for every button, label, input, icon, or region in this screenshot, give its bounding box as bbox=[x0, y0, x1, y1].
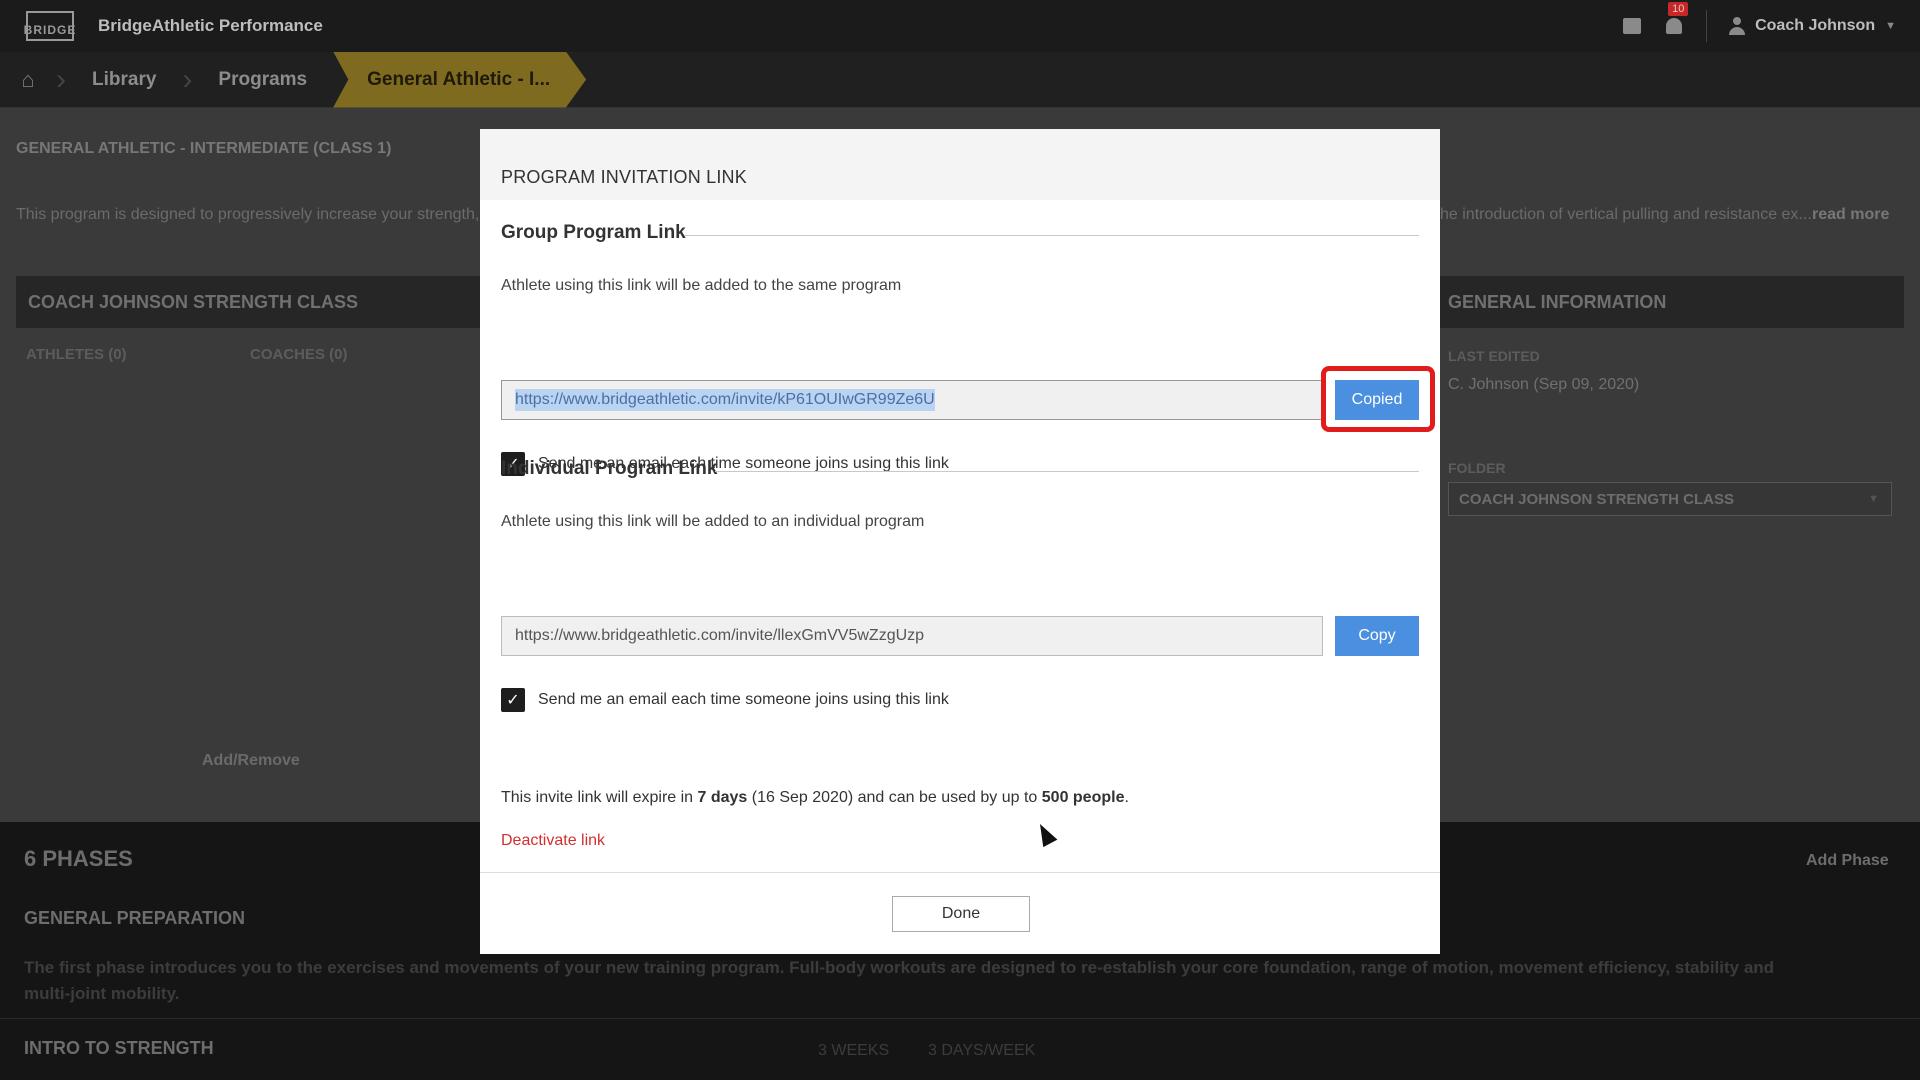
top-bar: BRIDGE BridgeAthletic Performance 10 Coa… bbox=[0, 0, 1920, 52]
topbar-divider bbox=[1706, 10, 1708, 42]
phase-description: The first phase introduces you to the ex… bbox=[24, 958, 1775, 977]
breadcrumb: ⌂ › Library › Programs General Athletic … bbox=[0, 51, 1920, 108]
add-phase-button[interactable]: Add Phase bbox=[1806, 852, 1889, 870]
breadcrumb-separator: › bbox=[56, 62, 66, 96]
app-title: BridgeAthletic Performance bbox=[98, 16, 323, 35]
modal-footer: Done bbox=[480, 872, 1440, 954]
individual-email-option[interactable]: ✓ Send me an email each time someone joi… bbox=[501, 688, 949, 712]
expire-people: 500 people bbox=[1041, 789, 1125, 806]
chat-icon[interactable] bbox=[1622, 16, 1642, 36]
modal-header: PROGRAM INVITATION LINK bbox=[480, 129, 1440, 200]
expire-suffix: . bbox=[1124, 789, 1129, 806]
copy-button[interactable]: Copy bbox=[1335, 616, 1419, 656]
folder-label: FOLDER bbox=[1448, 460, 1506, 476]
add-remove-button[interactable]: Add/Remove bbox=[202, 752, 300, 770]
user-name: Coach Johnson bbox=[1755, 17, 1876, 34]
notification-badge: 10 bbox=[1668, 2, 1689, 16]
breadcrumb-library[interactable]: Library bbox=[66, 52, 182, 108]
group-link-label: Athlete using this link will be added to… bbox=[501, 277, 902, 294]
bridge-logo[interactable]: BRIDGE bbox=[24, 11, 75, 41]
phase-weeks: 3 WEEKS bbox=[818, 1042, 890, 1059]
group-link-url: https://www.bridgeathletic.com/invite/kP… bbox=[515, 389, 935, 411]
done-button[interactable]: Done bbox=[892, 895, 1030, 932]
chevron-down-icon: ▼ bbox=[1885, 20, 1896, 32]
phase-days: 3 DAYS/WEEK bbox=[928, 1042, 1036, 1059]
expire-days: 7 days bbox=[697, 789, 748, 806]
coaches-tab[interactable]: COACHES (0) bbox=[250, 346, 348, 363]
bell-icon[interactable]: 10 bbox=[1664, 2, 1689, 36]
individual-link-title: Individual Program Link bbox=[501, 458, 718, 479]
phase-description-cont: multi-joint mobility. bbox=[24, 984, 180, 1003]
modal-title: PROGRAM INVITATION LINK bbox=[501, 167, 747, 187]
expire-middle: (16 Sep 2020) and can be used by up to bbox=[747, 789, 1042, 806]
folder-value: COACH JOHNSON STRENGTH CLASS bbox=[1459, 490, 1735, 508]
individual-link-label: Athlete using this link will be added to… bbox=[501, 513, 925, 530]
phase-title[interactable]: INTRO TO STRENGTH bbox=[24, 1038, 214, 1059]
section-divider bbox=[715, 471, 1419, 472]
last-edited-label: LAST EDITED bbox=[1448, 348, 1540, 364]
breadcrumb-separator: › bbox=[182, 62, 193, 96]
group-link-title: Group Program Link bbox=[501, 222, 686, 243]
last-edited-value: C. Johnson (Sep 09, 2020) bbox=[1448, 376, 1640, 393]
topbar-actions: 10 Coach Johnson ▼ bbox=[1622, 0, 1896, 52]
phase-title[interactable]: GENERAL PREPARATION bbox=[24, 908, 245, 929]
invitation-modal: PROGRAM INVITATION LINK Group Program Li… bbox=[480, 129, 1440, 954]
program-description-end: he introduction of vertical pulling and … bbox=[1440, 206, 1812, 223]
expire-prefix: This invite link will expire in bbox=[501, 789, 698, 806]
read-more-link[interactable]: read more bbox=[1812, 206, 1889, 224]
program-description: This program is designed to progressivel… bbox=[16, 206, 493, 223]
general-info-header: GENERAL INFORMATION bbox=[1440, 276, 1904, 328]
user-menu[interactable]: Coach Johnson ▼ bbox=[1729, 17, 1896, 35]
phases-title: 6 PHASES bbox=[24, 846, 133, 871]
breadcrumb-programs[interactable]: Programs bbox=[192, 52, 333, 108]
phase-divider bbox=[0, 1018, 1920, 1019]
copied-button[interactable]: Copied bbox=[1335, 380, 1419, 420]
program-title: GENERAL ATHLETIC - INTERMEDIATE (CLASS 1… bbox=[16, 140, 392, 157]
group-link-input[interactable]: https://www.bridgeathletic.com/invite/kP… bbox=[501, 380, 1323, 420]
chevron-down-icon: ▼ bbox=[1868, 493, 1879, 505]
section-divider bbox=[684, 235, 1419, 236]
individual-link-url: https://www.bridgeathletic.com/invite/ll… bbox=[515, 627, 925, 644]
folder-select[interactable]: COACH JOHNSON STRENGTH CLASS ▼ bbox=[1448, 482, 1892, 516]
modal-body: Group Program Link Athlete using this li… bbox=[480, 200, 1440, 872]
breadcrumb-current[interactable]: General Athletic - I... bbox=[333, 51, 587, 108]
individual-link-input[interactable]: https://www.bridgeathletic.com/invite/ll… bbox=[501, 616, 1323, 656]
home-icon[interactable]: ⌂ bbox=[0, 52, 56, 108]
individual-email-label: Send me an email each time someone joins… bbox=[538, 691, 949, 708]
class-header: COACH JOHNSON STRENGTH CLASS bbox=[16, 276, 480, 328]
athletes-tab[interactable]: ATHLETES (0) bbox=[26, 346, 127, 363]
check-icon[interactable]: ✓ bbox=[501, 688, 525, 712]
expire-info: This invite link will expire in 7 days (… bbox=[501, 789, 1129, 807]
deactivate-link[interactable]: Deactivate link bbox=[501, 832, 605, 850]
user-icon bbox=[1729, 17, 1746, 35]
